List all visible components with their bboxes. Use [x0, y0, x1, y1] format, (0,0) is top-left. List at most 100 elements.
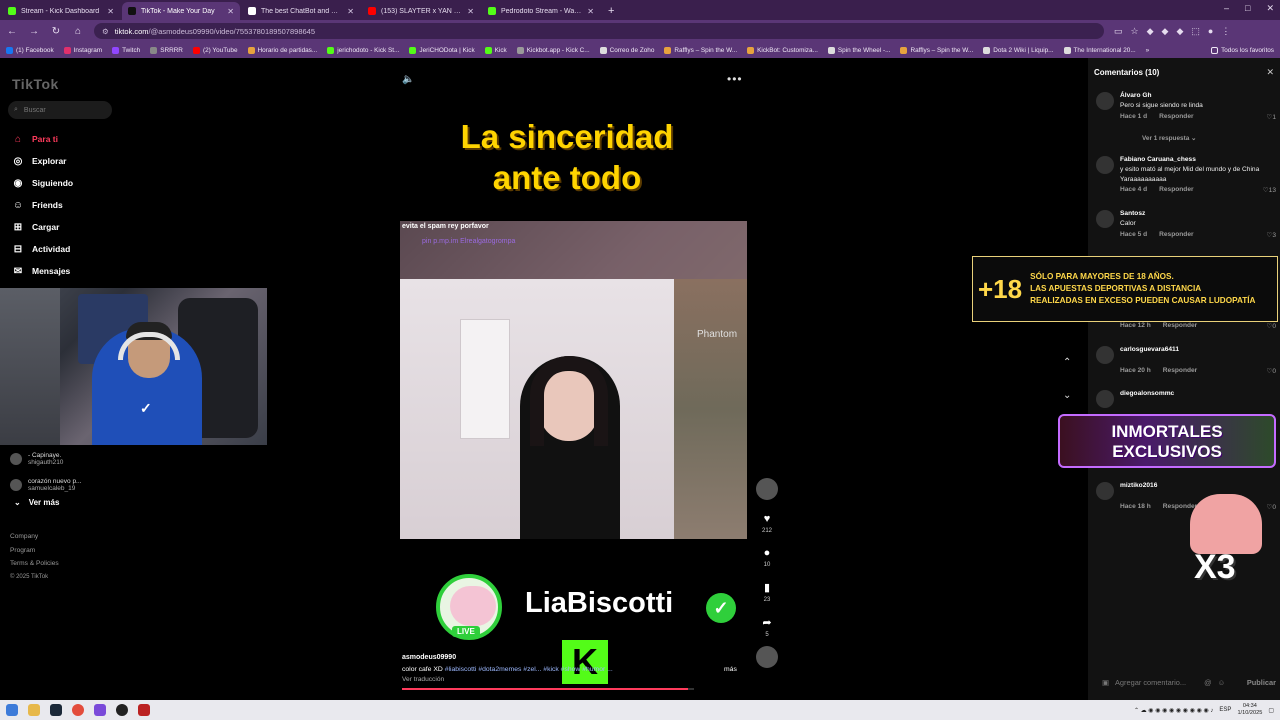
sidebar-item-actividad[interactable]: ⊟ Actividad [12, 238, 116, 260]
sidebar-item-cargar[interactable]: ⊞ Cargar [12, 216, 116, 238]
chrome-icon[interactable] [72, 704, 84, 716]
comment-username[interactable]: Álvaro Gh [1120, 92, 1152, 99]
bookmark-item[interactable]: Twitch [112, 46, 140, 54]
comment-like-button[interactable]: ♡0 [1266, 322, 1276, 330]
sidebar-item-explorar[interactable]: ◎ Explorar [12, 150, 116, 172]
extensions-puzzle-icon[interactable]: ⬚ [1191, 26, 1200, 37]
language-indicator[interactable]: ESP [1219, 707, 1231, 713]
footer-company[interactable]: Company [10, 530, 59, 544]
sidebar-item-siguiendo[interactable]: ◉ Siguiendo [12, 172, 116, 194]
more-link[interactable]: más [724, 666, 737, 673]
avatar[interactable] [1096, 210, 1114, 228]
comment-username[interactable]: miztiko2016 [1120, 482, 1157, 489]
bookmark-item[interactable]: Rafflys – Spin the W... [900, 46, 973, 54]
close-tab-icon[interactable]: ✕ [587, 7, 594, 16]
cast-icon[interactable]: ▭ [1114, 26, 1123, 37]
comment-like-button[interactable]: ♡1 [1266, 113, 1276, 121]
avatar[interactable] [1096, 156, 1114, 174]
view-replies-button[interactable]: Ver 1 respuesta ⌄ [1142, 134, 1196, 142]
comment-username[interactable]: Fabiano Caruana_chess [1120, 156, 1196, 163]
clock[interactable]: 04:34 1/10/2025 [1237, 703, 1262, 717]
new-tab-button[interactable]: + [600, 5, 622, 20]
back-icon[interactable]: ← [6, 26, 18, 37]
bookmark-item[interactable]: Dota 2 Wiki | Liquip... [983, 46, 1054, 54]
next-video-icon[interactable]: ⌄ [1063, 390, 1071, 401]
comment-username[interactable]: carlosguevara6411 [1120, 346, 1179, 353]
reply-button[interactable]: Responder [1159, 231, 1193, 238]
start-icon[interactable] [6, 704, 18, 716]
comment-like-button[interactable]: ♡0 [1266, 367, 1276, 375]
reply-button[interactable]: Responder [1163, 367, 1197, 374]
mention-icon[interactable]: @ [1204, 678, 1212, 687]
footer-program[interactable]: Program [10, 544, 59, 558]
app-icon[interactable] [94, 704, 106, 716]
tray-icons[interactable]: ⌃ ☁ ◉ ◉ ◉ ◉ ◉ ◉ ◉ ◉ ◉ ♪ [1134, 707, 1213, 714]
bookmark-item[interactable]: jerichodoto - Kick St... [327, 46, 399, 54]
avatar[interactable] [1096, 482, 1114, 500]
share-icon[interactable]: ➦ [756, 616, 778, 629]
profile-icon[interactable]: ● [1208, 26, 1213, 37]
notification-icon[interactable]: ▢ [1268, 707, 1274, 714]
close-window-icon[interactable]: ✕ [1266, 3, 1274, 14]
steam-icon[interactable] [50, 704, 62, 716]
reply-button[interactable]: Responder [1159, 186, 1193, 193]
search-input[interactable]: ⌕ Buscar [8, 101, 112, 119]
close-icon[interactable]: ✕ [1266, 67, 1274, 78]
bookmark-item[interactable]: Kick [484, 46, 507, 54]
video-player[interactable]: evita el spam rey porfavor pin p.mp.im E… [400, 221, 747, 539]
menu-icon[interactable]: ⋮ [1221, 26, 1230, 37]
all-bookmarks[interactable]: Todos los favoritos [1211, 46, 1274, 54]
footer-terms[interactable]: Terms & Policies [10, 557, 59, 571]
avatar[interactable] [1096, 92, 1114, 110]
comment-input[interactable]: ▣ Agregar comentario... @ ☺ Publicar [1102, 678, 1276, 687]
file-explorer-icon[interactable] [28, 704, 40, 716]
close-tab-icon[interactable]: ✕ [227, 7, 234, 16]
image-icon[interactable]: ▣ [1102, 678, 1109, 687]
music-disc-icon[interactable] [756, 646, 778, 668]
browser-tab[interactable]: The best ChatBot and Widgets ✕ [242, 2, 360, 20]
hashtags[interactable]: #liabiscotti #dota2memes #zel... #kick #… [445, 666, 613, 673]
browser-tab[interactable]: (153) SLAYTER x YAN BLOCK x ✕ [362, 2, 480, 20]
reply-button[interactable]: Responder [1163, 322, 1197, 329]
browser-tab[interactable]: Pedrodoto Stream - Watch Live ✕ [482, 2, 600, 20]
bookmark-item[interactable]: Correo de Zoho [599, 46, 654, 54]
bookmark-item[interactable]: JeriCHODota | Kick [409, 46, 475, 54]
browser-tab[interactable]: TikTok - Make Your Day ✕ [122, 2, 240, 20]
avatar[interactable] [1096, 390, 1114, 408]
browser-tab[interactable]: Stream - Kick Dashboard ✕ [2, 2, 120, 20]
bookmark-item[interactable]: Kickbot.app - Kick C... [516, 46, 590, 54]
close-tab-icon[interactable]: ✕ [467, 7, 474, 16]
sidebar-item-friends[interactable]: ☺ Friends [12, 194, 116, 216]
minimize-icon[interactable]: – [1224, 3, 1229, 14]
bookmark-item[interactable]: SRRRR [150, 46, 183, 54]
creator-avatar[interactable] [756, 478, 778, 500]
bookmark-item[interactable]: Rafflys – Spin the W... [664, 46, 737, 54]
publish-button[interactable]: Publicar [1247, 678, 1276, 687]
forward-icon[interactable]: → [28, 26, 40, 37]
obs-icon[interactable] [116, 704, 128, 716]
ver-mas-button[interactable]: ⌄ Ver más [14, 498, 59, 507]
following-account[interactable]: corazón nuevo p... samuelcaleb_19 [10, 472, 120, 498]
tiktok-logo[interactable]: TikTok [12, 76, 59, 92]
bookmark-item[interactable]: Spin the Wheel -... [827, 46, 890, 54]
close-tab-icon[interactable]: ✕ [347, 7, 354, 16]
comment-username[interactable]: Santosz [1120, 210, 1145, 217]
bookmark-item[interactable]: The International 20... [1063, 46, 1136, 54]
bookmark-item[interactable]: Instagram [63, 46, 102, 54]
bookmarks-more-icon[interactable]: » [1146, 47, 1150, 54]
comment-username[interactable]: diegoalonsommc [1120, 390, 1174, 397]
site-info-icon[interactable]: ⚙ [102, 27, 109, 36]
comment-like-button[interactable]: ♡3 [1266, 231, 1276, 239]
bookmark-item[interactable]: Horario de partidas... [247, 46, 317, 54]
sidebar-item-mensajes[interactable]: ✉ Mensajes [12, 260, 116, 282]
bookmark-item[interactable]: (1) Facebook [6, 46, 54, 54]
extension-icon[interactable]: ◆ [1147, 26, 1154, 37]
volume-icon[interactable]: 🔈 [402, 74, 414, 85]
reply-button[interactable]: Responder [1159, 113, 1193, 120]
maximize-icon[interactable]: □ [1245, 3, 1250, 14]
close-tab-icon[interactable]: ✕ [107, 7, 114, 16]
bookmark-star-icon[interactable]: ☆ [1131, 26, 1139, 37]
comment-icon[interactable]: ● [756, 547, 778, 559]
extension-icon[interactable]: ◆ [1176, 26, 1183, 37]
following-account[interactable]: - Capinaye. shigauth210 [10, 446, 120, 472]
